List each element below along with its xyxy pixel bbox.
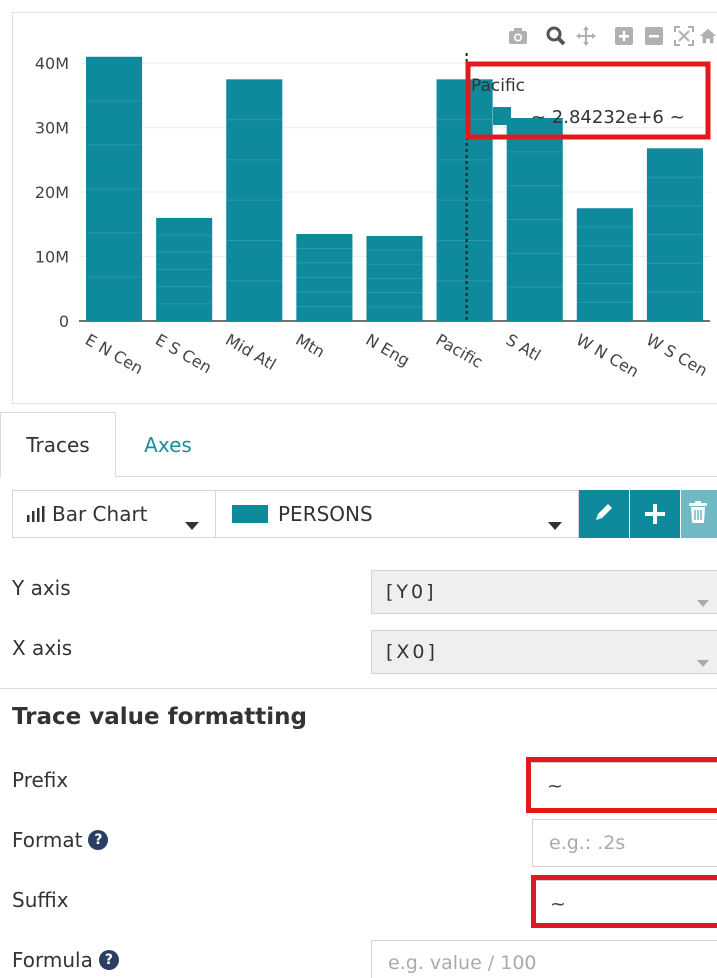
- autoscale-icon[interactable]: [669, 21, 699, 51]
- bar-chart[interactable]: 0 10M 20M 30M 40M E N Cen E S Cen Mid Atl Mtn N E…: [13, 13, 717, 405]
- hover-title: Pacific: [471, 76, 525, 96]
- x-axis-select[interactable]: [X0]: [371, 630, 717, 674]
- y-tick-label: 40M: [35, 54, 69, 73]
- trace-toolbar: Bar Chart PERSONS: [12, 490, 717, 538]
- x-tick-label: E S Cen: [152, 330, 215, 377]
- chart-panel: 0 10M 20M 30M 40M E N Cen E S Cen Mid Atl Mtn N E…: [12, 12, 717, 404]
- help-icon[interactable]: ?: [98, 950, 119, 970]
- hover-value: ~ 2.84232e+6 ~: [531, 107, 685, 128]
- modebar: [503, 21, 717, 51]
- camera-icon[interactable]: [503, 21, 533, 51]
- trace-selector-dropdown[interactable]: PERSONS: [216, 490, 579, 538]
- prefix-input[interactable]: ~: [530, 762, 717, 810]
- format-placeholder: e.g.: .2s: [549, 832, 626, 854]
- y-axis-select[interactable]: [Y0]: [371, 570, 717, 614]
- prefix-value: ~: [547, 775, 563, 797]
- formula-label: Formula ?: [12, 944, 119, 976]
- pan-icon[interactable]: [571, 21, 601, 51]
- x-tick-label: E N Cen: [82, 330, 146, 378]
- prefix-label: Prefix: [12, 768, 69, 792]
- x-tick-label: N Eng: [363, 330, 414, 370]
- suffix-input[interactable]: ~: [533, 880, 717, 928]
- x-tick-label: Mid Atl: [222, 330, 279, 374]
- plus-icon: [645, 497, 665, 532]
- zoom-in-icon[interactable]: [609, 21, 639, 51]
- x-tick-label: S Atl: [503, 330, 544, 365]
- x-tick-label: Pacific: [433, 330, 487, 372]
- chart-type-label: Bar Chart: [52, 502, 148, 526]
- x-tick-label: W N Cen: [573, 330, 642, 381]
- chevron-down-icon: [548, 511, 562, 535]
- tab-traces[interactable]: Traces: [0, 412, 116, 478]
- y-tick-label: 10M: [35, 248, 69, 267]
- hover-swatch: [493, 107, 511, 125]
- tab-axes[interactable]: Axes: [116, 412, 220, 477]
- x-axis-value: [X0]: [386, 641, 438, 663]
- edit-trace-button[interactable]: [579, 490, 629, 538]
- bar-chart-icon: [27, 506, 45, 522]
- chart-type-dropdown[interactable]: Bar Chart: [12, 490, 216, 538]
- y-tick-label: 20M: [35, 183, 69, 202]
- trace-color-swatch: [232, 505, 268, 523]
- zoom-out-icon[interactable]: [639, 21, 669, 51]
- pencil-icon: [593, 501, 615, 527]
- section-divider: [0, 688, 717, 689]
- formula-input[interactable]: e.g. value / 100: [371, 940, 717, 978]
- suffix-value: ~: [550, 893, 566, 915]
- trace-name: PERSONS: [278, 502, 373, 526]
- x-axis-label: X axis: [12, 636, 73, 660]
- delete-trace-button[interactable]: [681, 490, 717, 538]
- add-trace-button[interactable]: [630, 490, 680, 538]
- trash-icon: [689, 501, 707, 527]
- y-tick-label: 30M: [35, 119, 69, 138]
- y-axis-value: [Y0]: [386, 581, 437, 603]
- zoom-icon[interactable]: [541, 21, 571, 51]
- editor-tabs: Traces Axes: [0, 412, 717, 478]
- formula-placeholder: e.g. value / 100: [388, 952, 537, 974]
- chevron-down-icon: [697, 650, 709, 672]
- format-label: Format ?: [12, 824, 109, 856]
- home-icon[interactable]: [699, 21, 717, 51]
- chevron-down-icon: [185, 511, 199, 535]
- section-title: Trace value formatting: [12, 704, 307, 730]
- y-axis-label: Y axis: [12, 576, 71, 600]
- suffix-label: Suffix: [12, 888, 69, 912]
- y-tick-label: 0: [59, 312, 69, 331]
- x-tick-label: W S Cen: [643, 330, 711, 380]
- format-input[interactable]: e.g.: .2s: [532, 819, 717, 867]
- x-tick-label: Mtn: [292, 330, 328, 362]
- help-icon[interactable]: ?: [88, 830, 109, 850]
- chevron-down-icon: [697, 590, 709, 612]
